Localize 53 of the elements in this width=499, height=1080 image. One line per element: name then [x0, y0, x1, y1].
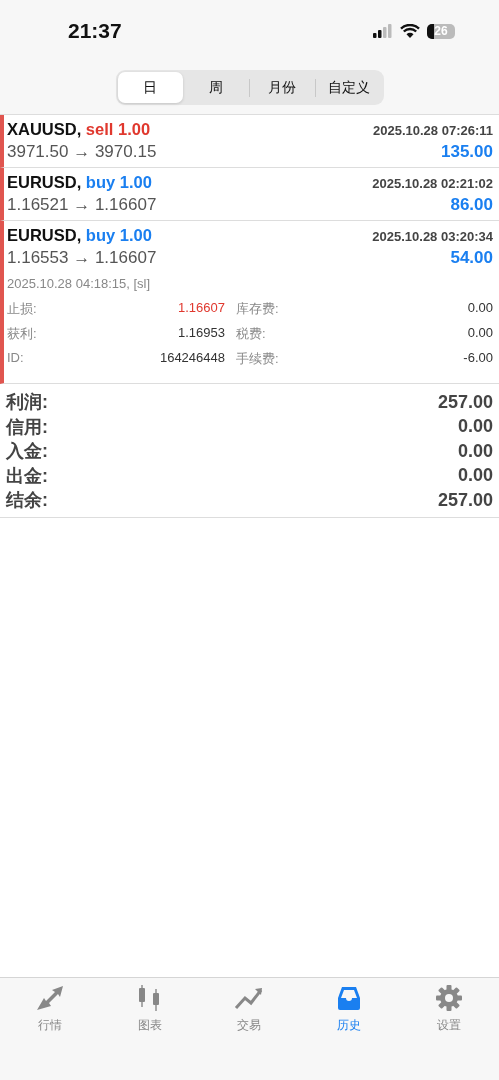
period-tab[interactable]: 自定义 — [316, 72, 382, 103]
detail-value: 1.16607 — [177, 300, 225, 317]
period-tab[interactable]: 周 — [183, 72, 249, 103]
period-tab[interactable]: 日 — [117, 72, 183, 103]
settings-icon — [434, 984, 465, 1012]
battery-icon: 26 — [427, 23, 455, 39]
summary-value: 0.00 — [457, 416, 493, 438]
deal-title: XAUUSD, sell 1.00 — [7, 120, 151, 139]
deal-title: EURUSD, buy 1.00 — [7, 226, 152, 245]
nav-tab[interactable]: 历史 — [299, 984, 400, 1034]
deal-profit: 54.00 — [450, 248, 493, 268]
deal-row[interactable]: EURUSD, buy 1.00 2025.10.28 02:21:02 1.16521 → 1.16607 86.00 — [0, 168, 499, 221]
summary-label: 结余: — [6, 489, 48, 513]
detail-value: 164246448 — [158, 350, 225, 367]
deal-time: 2025.10.28 02:21:02 — [372, 176, 493, 191]
summary-label: 入金: — [6, 440, 48, 464]
deal-row[interactable]: EURUSD, buy 1.00 2025.10.28 03:20:34 1.16553 → 1.16607 54.00 2025.10.28 04:18:15, [sl] 止损: 1.16607 库存费: 0.00 获利: 1.16953 税费: 0.00 ID: 164246448 手续费: -6.00 — [0, 221, 499, 384]
detail-label: 税费: — [235, 325, 267, 343]
detail-value: 0.00 — [466, 300, 493, 317]
close-info: 2025.10.28 04:18:15, [sl] — [7, 276, 152, 291]
detail-label: 库存费: — [235, 300, 280, 318]
period-tab[interactable]: 月份 — [249, 72, 315, 103]
summary-value: 257.00 — [437, 391, 493, 413]
summary-value: 257.00 — [437, 489, 493, 511]
deal-profit: 135.00 — [441, 142, 493, 162]
summary-label: 利润: — [6, 391, 48, 415]
deal-prices: 1.16521 → 1.16607 — [7, 195, 157, 215]
detail-label: 获利: — [7, 325, 38, 343]
nav-tab[interactable]: 交易 — [199, 984, 300, 1034]
deal-time: 2025.10.28 03:20:34 — [372, 229, 493, 244]
signal-icon — [373, 24, 393, 38]
detail-label: 手续费: — [235, 350, 280, 368]
deal-title: EURUSD, buy 1.00 — [7, 173, 152, 192]
deal-row[interactable]: XAUUSD, sell 1.00 2025.10.28 07:26:11 3971.50 → 3970.15 135.00 — [0, 115, 499, 168]
detail-value: 1.16953 — [177, 325, 225, 342]
detail-value: 0.00 — [466, 325, 493, 342]
detail-value: -6.00 — [463, 350, 493, 367]
nav-tab[interactable]: 行情 — [0, 984, 100, 1034]
summary-label: 信用: — [6, 415, 48, 439]
nav-tab[interactable]: 设置 — [399, 984, 499, 1034]
deal-profit: 86.00 — [450, 195, 493, 215]
wifi-icon — [400, 24, 420, 38]
status-time: 21:37 — [68, 19, 122, 43]
summary-label: 出金: — [6, 464, 48, 488]
deal-time: 2025.10.28 07:26:11 — [373, 123, 493, 138]
arrows-icon — [34, 984, 65, 1012]
nav-tab[interactable]: 图表 — [99, 984, 200, 1034]
deal-prices: 1.16553 → 1.16607 — [7, 248, 157, 268]
detail-label: 止损: — [7, 300, 38, 318]
summary-value: 0.00 — [457, 440, 493, 462]
summary-value: 0.00 — [457, 465, 493, 487]
deal-prices: 3971.50 → 3970.15 — [7, 142, 157, 162]
detail-label: ID: — [7, 350, 25, 367]
